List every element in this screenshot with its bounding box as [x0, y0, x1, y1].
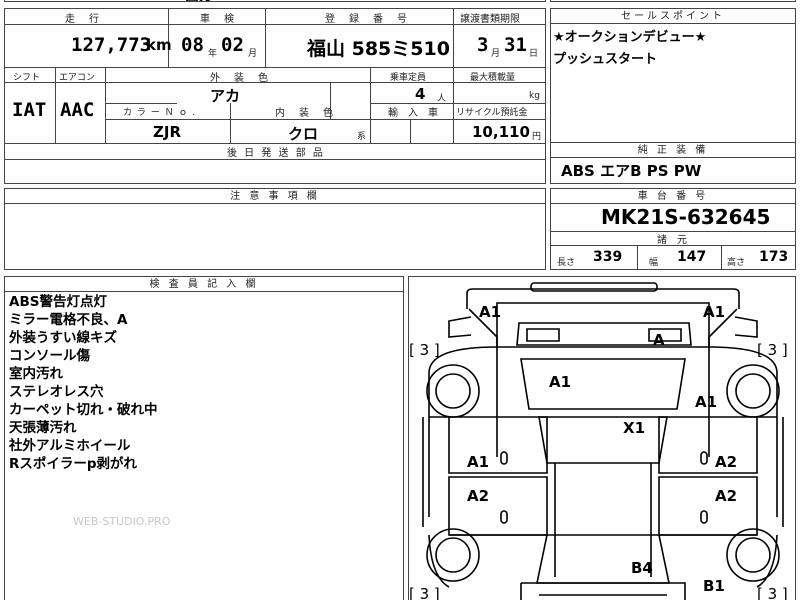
registration-header: 登 録 番 号 — [325, 14, 409, 25]
inspector-note-9: 社外アルミホイール — [9, 438, 131, 454]
recycle-label: リサイクル預託金 — [456, 108, 528, 118]
mark-front-door-right: A2 — [715, 453, 737, 471]
height-label: 高さ — [727, 258, 746, 268]
mark-rear-right: B1 — [703, 577, 725, 595]
tire-rear-right: [ 3 ] — [757, 585, 788, 600]
mark-front-door-left: A1 — [467, 453, 489, 471]
shift-label: シフト — [13, 73, 41, 83]
inspector-note-1: ABS警告灯点灯 — [9, 294, 107, 310]
width-label: 幅 — [649, 258, 659, 268]
aircon-value: AAC — [60, 99, 95, 121]
mark-tailgate: B4 — [631, 559, 653, 577]
capacity-value: 4 — [415, 85, 426, 103]
mileage-unit: km — [146, 36, 172, 54]
inspector-note-10: Rスポイラーp剥がれ — [9, 456, 138, 472]
mark-front-right: A1 — [703, 303, 725, 321]
color-no-label: カ ラ ー Ｎ ｏ . — [123, 108, 197, 118]
inspector-note-5: 室内汚れ — [9, 366, 63, 382]
equipment-panel: 純 正 装 備 ABS エアB PS PW — [550, 142, 796, 184]
recycle-unit: 円 — [532, 132, 542, 142]
mileage-value: 127,773 — [71, 34, 152, 56]
shift-value: IAT — [12, 99, 47, 121]
top-partial-strip-right — [550, 0, 796, 2]
deadline-day-unit: 日 — [529, 49, 539, 59]
inspector-note-3: 外装うすい線キズ — [9, 330, 117, 346]
length-value: 339 — [593, 249, 623, 265]
mark-roof: X1 — [623, 419, 645, 437]
mark-front-fender-right: A1 — [695, 393, 717, 411]
caution-header: 注 意 事 項 欄 — [5, 189, 545, 204]
exterior-color-label: 外 装 色 — [210, 73, 270, 84]
equipment-value: ABS エアB PS PW — [561, 162, 702, 180]
interior-color-suffix: 系 — [357, 132, 367, 142]
equipment-header: 純 正 装 備 — [551, 143, 795, 158]
inspector-note-6: ステレオレス穴 — [9, 384, 104, 400]
top-partial-strip: 面分 — [4, 0, 546, 2]
inspector-note-8: 天張薄汚れ — [9, 420, 77, 436]
mark-windshield: A1 — [549, 373, 571, 391]
tire-rear-left: [ 3 ] — [409, 585, 440, 600]
inspector-header: 検 査 員 記 入 欄 — [5, 277, 403, 292]
color-no-value: ZJR — [153, 123, 182, 141]
exterior-color-value: アカ — [210, 87, 241, 105]
deadline-month: 3 — [477, 34, 489, 56]
dims-header: 諸 元 — [657, 235, 687, 246]
inspector-note-7: カーペット切れ・破れ中 — [9, 402, 158, 418]
sales-points-header: セールスポイント — [551, 9, 795, 24]
inspector-note-4: コンソール傷 — [9, 348, 90, 364]
interior-color-label: 内 装 色 — [275, 108, 335, 119]
max-load-label: 最大積載量 — [470, 73, 516, 83]
height-value: 173 — [759, 249, 789, 265]
sales-point-line-1: ★オークションデビュー★ — [553, 30, 707, 45]
tire-front-left: [ 3 ] — [409, 341, 440, 359]
inspection-month-unit: 月 — [248, 49, 258, 59]
deadline-month-unit: 月 — [491, 49, 501, 59]
caution-panel: 注 意 事 項 欄 — [4, 188, 546, 270]
transfer-deadline-header: 譲渡書類期限 — [460, 14, 520, 25]
sales-point-line-2: プッシュスタート — [553, 52, 658, 67]
later-parts-label: 後 日 発 送 部 品 — [227, 148, 325, 159]
registration-value: 福山 585ミ510 — [307, 38, 450, 60]
inspection-header: 車 検 — [200, 14, 236, 25]
chassis-number: MK21S-632645 — [601, 205, 771, 229]
mark-front-left: A1 — [479, 303, 501, 321]
inspection-year-unit: 年 — [208, 49, 218, 59]
watermark: WEB-STUDIO.PRO — [73, 515, 171, 528]
chassis-header: 車 台 番 号 — [551, 189, 795, 204]
tire-front-right: [ 3 ] — [757, 341, 788, 359]
car-diagram: A1 A1 A A1 A1 X1 A1 A2 A2 A2 B4 B1 [ 3 ]… — [409, 282, 788, 600]
capacity-unit: 人 — [437, 94, 447, 104]
inspector-note-2: ミラー電格不良、A — [9, 312, 128, 328]
mileage-header: 走 行 — [65, 14, 101, 25]
inspector-panel: 検 査 員 記 入 欄 ABS警告灯点灯 ミラー電格不良、A 外装うすい線キズ … — [4, 276, 404, 600]
width-value: 147 — [677, 249, 707, 265]
aircon-label: エアコン — [59, 73, 96, 83]
inspection-month: 02 — [221, 34, 244, 56]
sales-points-panel: セールスポイント ★オークションデビュー★ プッシュスタート — [550, 8, 796, 144]
car-diagram-panel: A1 A1 A A1 A1 X1 A1 A2 A2 A2 B4 B1 [ 3 ]… — [408, 276, 796, 600]
capacity-label: 乗車定員 — [390, 73, 427, 83]
mark-rear-door-left: A2 — [467, 487, 489, 505]
mark-rear-door-right: A2 — [715, 487, 737, 505]
mark-hood: A — [653, 331, 665, 349]
interior-color-value: クロ — [288, 125, 319, 143]
top-partial-fragment: 面分 — [185, 0, 213, 1]
vehicle-info-panel: 走 行 車 検 登 録 番 号 譲渡書類期限 127,773 km 08 年 0… — [4, 8, 546, 184]
max-load-unit: kg — [529, 91, 540, 101]
length-label: 長さ — [557, 258, 576, 268]
import-label: 輸 入 車 — [388, 108, 438, 119]
chassis-panel: 車 台 番 号 MK21S-632645 諸 元 長さ 339 幅 147 高さ… — [550, 188, 796, 270]
inspection-year: 08 — [181, 34, 204, 56]
recycle-value: 10,110 — [472, 123, 530, 141]
deadline-day: 31 — [504, 34, 527, 56]
